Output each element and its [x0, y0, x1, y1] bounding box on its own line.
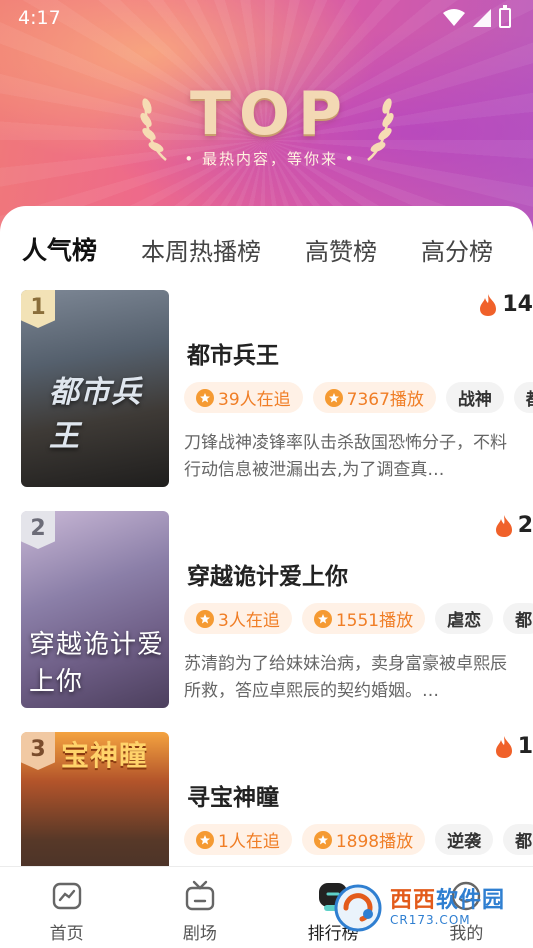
poster-title-art: 宝神瞳 [61, 739, 149, 772]
rank-badge: 3 [21, 732, 55, 770]
heat-value: 14 [502, 292, 533, 317]
genre-tag[interactable]: 都 [503, 603, 533, 634]
tag-row: 39人在追 7367播放 战神 都 [184, 382, 533, 413]
tab-top-rated[interactable]: 高分榜 [421, 232, 493, 267]
ranking-tabs: 人气榜 本周热播榜 高赞榜 高分榜 [0, 224, 533, 274]
followers-text: 1人在追 [218, 832, 280, 852]
fire-icon [480, 293, 497, 316]
plays-badge: 1898播放 [301, 824, 426, 855]
poster-image[interactable]: 2 穿越诡计爱上你 [21, 511, 169, 708]
tab-popularity[interactable]: 人气榜 [22, 231, 97, 269]
site-watermark: 西西软件园 CR173.COM [332, 874, 532, 942]
home-icon [52, 882, 81, 910]
genre-tag[interactable]: 都 [503, 824, 533, 855]
plays-text: 7367播放 [346, 390, 424, 410]
hero-banner: 4:17 TOP • 最热内容，等你来 • [0, 0, 533, 240]
ranking-sheet: 人气榜 本周热播榜 高赞榜 高分榜 1 都市兵王 14 都市兵王 39人在追 7… [0, 206, 533, 866]
drama-title[interactable]: 都市兵王 [187, 336, 279, 370]
status-time: 4:17 [18, 7, 61, 29]
watermark-url: CR173.COM [390, 913, 471, 927]
heat-count: 14 [478, 292, 533, 317]
tab-most-liked[interactable]: 高赞榜 [305, 232, 377, 267]
plays-badge: 7367播放 [312, 382, 436, 413]
top-badge-subtitle: • 最热内容，等你来 • [184, 150, 356, 168]
followers-badge: 3人在追 [184, 603, 292, 634]
nav-theater[interactable]: 剧场 [140, 867, 260, 944]
watermark-brand-a: 西西 [390, 888, 437, 913]
fire-icon [495, 735, 512, 758]
star-icon [324, 388, 343, 407]
genre-tag[interactable]: 虐恋 [435, 603, 494, 634]
poster-image[interactable]: 1 都市兵王 [21, 290, 169, 487]
star-icon [313, 609, 332, 628]
followers-text: 39人在追 [218, 390, 291, 410]
drama-title[interactable]: 寻宝神瞳 [187, 778, 279, 812]
star-icon [196, 830, 214, 849]
ranking-list: 1 都市兵王 14 都市兵王 39人在追 7367播放 战神 刀锋战神凌锋率队击… [0, 290, 533, 866]
watermark-logo-icon [334, 884, 382, 932]
star-icon [196, 388, 214, 407]
followers-badge: 1人在追 [184, 824, 292, 855]
tag-row: 3人在追 1551播放 虐恋 都 [184, 603, 533, 634]
status-bar: 4:17 [0, 0, 533, 36]
drama-title[interactable]: 穿越诡计爱上你 [187, 557, 348, 591]
list-item[interactable]: 3 宝神瞳 1 寻宝神瞳 1人在追 1898播放 逆袭 都 [0, 732, 533, 866]
list-item[interactable]: 1 都市兵王 14 都市兵王 39人在追 7367播放 战神 刀锋战神凌锋率队击… [0, 290, 533, 511]
genre-tag[interactable]: 逆袭 [435, 824, 494, 855]
watermark-brand: 西西软件园 [390, 889, 505, 913]
nav-home-label: 首页 [49, 924, 84, 944]
genre-tag[interactable]: 都 [513, 382, 533, 413]
fire-icon [495, 514, 512, 537]
signal-icon [473, 9, 491, 27]
tab-weekly-hot[interactable]: 本周热播榜 [141, 232, 261, 267]
drama-description: 苏清韵为了给妹妹治病，卖身富豪被卓熙辰所救，答应卓熙辰的契约婚姻。… [184, 654, 507, 701]
heat-value: 2 [517, 513, 533, 538]
status-icons [443, 5, 511, 28]
followers-badge: 39人在追 [184, 382, 303, 413]
poster-title-art: 穿越诡计爱上你 [29, 630, 165, 697]
nav-home[interactable]: 首页 [7, 867, 127, 944]
heat-count: 2 [494, 513, 533, 538]
top-badge: TOP • 最热内容，等你来 • [140, 84, 400, 174]
nav-theater-label: 剧场 [182, 924, 217, 944]
poster-title-art: 都市兵王 [49, 375, 142, 454]
list-item[interactable]: 2 穿越诡计爱上你 2 穿越诡计爱上你 3人在追 1551播放 虐恋 都 苏清韵… [0, 511, 533, 732]
rank-badge: 1 [21, 290, 55, 328]
wifi-icon [443, 9, 465, 26]
top-badge-title: TOP [190, 79, 350, 149]
drama-description: 刀锋战神凌锋率队击杀敌国恐怖分子，不料行动信息被泄漏出去,为了调查真… [184, 433, 507, 480]
rank-badge: 2 [21, 511, 55, 549]
plays-text: 1551播放 [335, 611, 414, 631]
tv-icon [185, 880, 215, 911]
genre-tag[interactable]: 战神 [445, 382, 504, 413]
tag-row: 1人在追 1898播放 逆袭 都 [184, 824, 533, 855]
star-icon [313, 830, 332, 849]
followers-text: 3人在追 [218, 611, 280, 631]
heat-value: 1 [517, 734, 533, 759]
star-icon [196, 609, 214, 628]
plays-text: 1898播放 [335, 832, 414, 852]
watermark-brand-b: 软件园 [436, 888, 506, 913]
plays-badge: 1551播放 [301, 603, 426, 634]
battery-icon [499, 5, 511, 28]
heat-count: 1 [494, 734, 533, 759]
poster-image[interactable]: 3 宝神瞳 [21, 732, 169, 866]
